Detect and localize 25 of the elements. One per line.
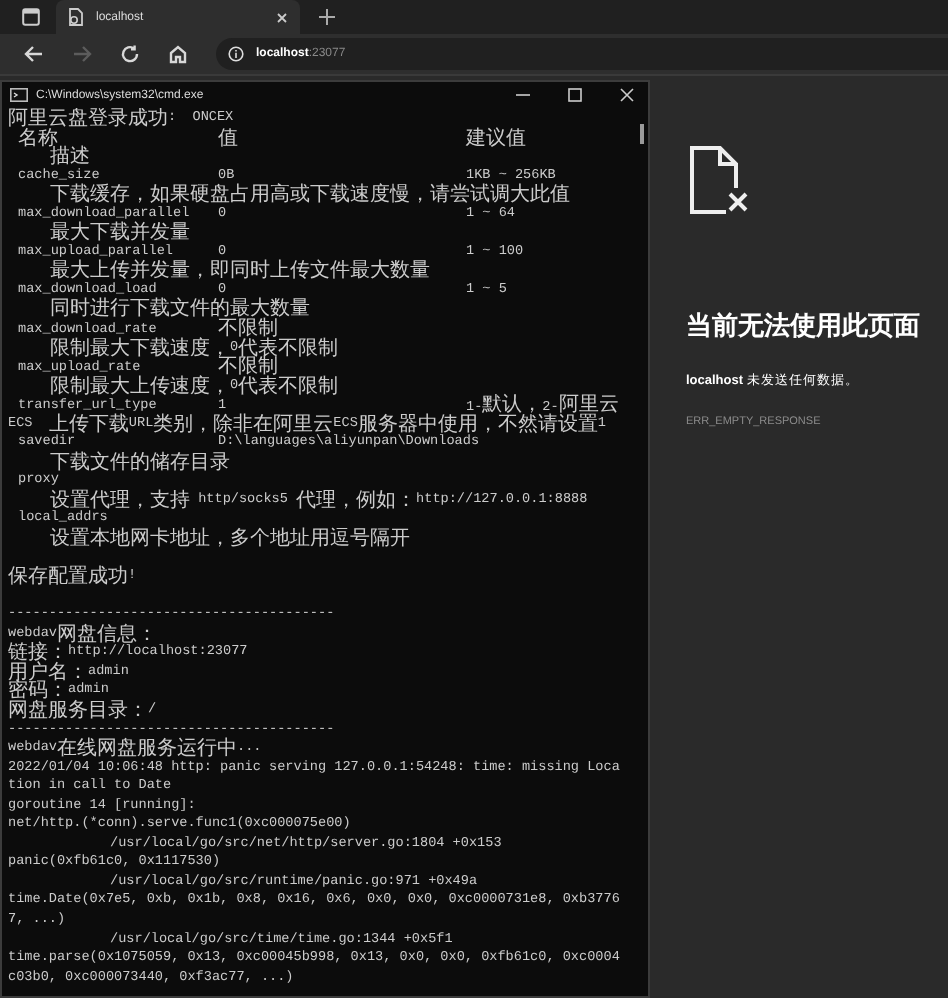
reload-icon bbox=[120, 44, 140, 64]
console-icon bbox=[10, 88, 28, 102]
plus-icon[interactable] bbox=[317, 8, 335, 26]
page-icon bbox=[68, 8, 84, 26]
setting-name: 名称 bbox=[18, 129, 58, 150]
back-icon bbox=[24, 44, 44, 64]
tab-actions-icon[interactable] bbox=[21, 8, 39, 26]
console-line: 最大下载并发量 bbox=[50, 224, 192, 244]
forward-icon bbox=[72, 44, 92, 64]
info-icon bbox=[228, 46, 244, 62]
close-icon[interactable] bbox=[619, 88, 633, 102]
scrollbar-thumb[interactable] bbox=[640, 124, 644, 144]
console-line: 设置本地网卡地址，多个地址用逗号隔开 bbox=[48, 530, 412, 550]
console-line: 最大上传并发量，即同时上传文件最大数量 bbox=[50, 262, 432, 282]
broken-file-icon bbox=[686, 144, 750, 216]
close-icon[interactable] bbox=[276, 11, 288, 23]
error-heading: 当前无法使用此页面 bbox=[686, 308, 922, 344]
minimize-icon[interactable] bbox=[515, 88, 529, 102]
console-line: 下载缓存，如果硬盘占用高或下载速度慢，请尝试调大此值 bbox=[50, 186, 572, 206]
maximize-icon[interactable] bbox=[567, 88, 581, 102]
setting-value: 值 bbox=[218, 129, 240, 153]
console-line: 下载文件的储存目录 bbox=[48, 453, 232, 473]
setting-range: 建议值 bbox=[466, 129, 528, 153]
console-line: 描述 bbox=[50, 148, 90, 168]
home-icon bbox=[168, 44, 188, 64]
